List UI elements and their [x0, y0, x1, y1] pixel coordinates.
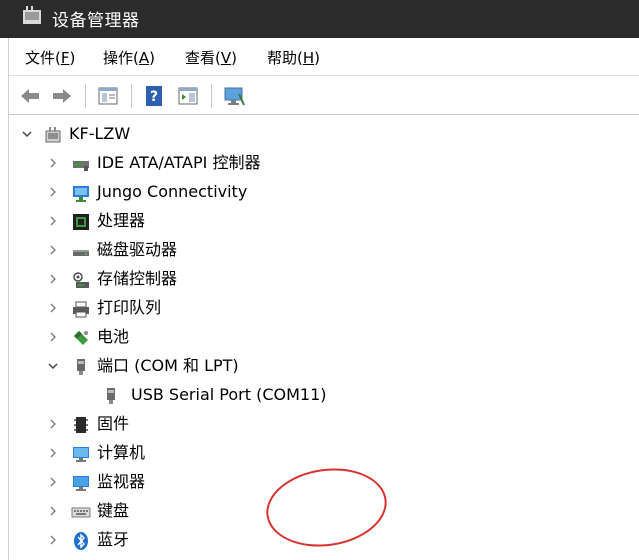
show-hide-console-tree-icon[interactable]: [177, 85, 199, 107]
tree-item-monitor[interactable]: 监视器: [9, 469, 639, 497]
help-icon[interactable]: ?: [143, 85, 165, 107]
chevron-right-icon[interactable]: [47, 447, 59, 459]
tree-item-label: 存储控制器: [97, 269, 178, 288]
device-manager-icon: [23, 6, 41, 24]
svg-text:?: ?: [150, 89, 158, 105]
chevron-right-icon[interactable]: [47, 273, 59, 285]
tree-item-firmware[interactable]: 固件: [9, 411, 639, 439]
tree-item-keyboard[interactable]: 键盘: [9, 498, 639, 526]
display-monitor-icon: [73, 476, 89, 491]
computer-monitor-icon: [73, 447, 89, 462]
tree-item-jungo[interactable]: Jungo Connectivity: [9, 179, 639, 207]
tree-item-label: Jungo Connectivity: [97, 182, 248, 201]
tree-item-computer[interactable]: 计算机: [9, 440, 639, 468]
window-title: 设备管理器: [52, 11, 140, 31]
firmware-icon: [74, 417, 88, 433]
tree-item-label: 端口 (COM 和 LPT): [97, 356, 239, 375]
tree-root-label: KF-LZW: [69, 124, 131, 143]
battery-icon: [74, 331, 88, 345]
chevron-right-icon[interactable]: [47, 215, 59, 227]
toolbar: ?: [9, 75, 639, 115]
computer-icon: [45, 127, 61, 143]
tree-item-usb-serial-port[interactable]: USB Serial Port (COM11): [9, 382, 639, 410]
tree-item-bluetooth[interactable]: 蓝牙: [9, 527, 639, 555]
tree-item-label: 打印队列: [97, 298, 162, 317]
tree-item-processor[interactable]: 处理器: [9, 208, 639, 236]
title-bar[interactable]: 设备管理器: [0, 0, 639, 38]
tree-item-label: 键盘: [97, 501, 130, 520]
processor-icon: [73, 214, 89, 230]
storage-controller-icon: [73, 272, 89, 288]
tree-item-ports[interactable]: 端口 (COM 和 LPT): [9, 353, 639, 381]
tree-item-label: 电池: [97, 327, 130, 346]
tree-item-ide[interactable]: IDE ATA/ATAPI 控制器: [9, 150, 639, 178]
menu-help[interactable]: 帮助(H): [267, 47, 320, 68]
chevron-right-icon[interactable]: [47, 534, 59, 546]
menu-bar: 文件(F) 操作(A) 查看(V) 帮助(H): [9, 38, 639, 75]
menu-file[interactable]: 文件(F): [25, 47, 75, 68]
printer-icon: [73, 301, 89, 318]
chevron-right-icon[interactable]: [47, 302, 59, 314]
tree-item-label: 蓝牙: [97, 530, 130, 549]
keyboard-icon: [71, 507, 91, 518]
port-icon: [107, 388, 115, 404]
bluetooth-icon: [74, 532, 88, 550]
tree-item-label: 监视器: [97, 472, 146, 491]
tree-root[interactable]: KF-LZW: [9, 121, 639, 149]
properties-icon[interactable]: [97, 85, 119, 107]
tree-item-label: IDE ATA/ATAPI 控制器: [97, 153, 261, 172]
chevron-right-icon[interactable]: [47, 157, 59, 169]
tree-item-print-queue[interactable]: 打印队列: [9, 295, 639, 323]
chevron-right-icon[interactable]: [47, 331, 59, 343]
tree-item-storage[interactable]: 存储控制器: [9, 266, 639, 294]
tree-item-label: 处理器: [97, 211, 146, 230]
tree-item-label: 磁盘驱动器: [97, 240, 178, 259]
window-body: 文件(F) 操作(A) 查看(V) 帮助(H) ? KF-LZW IDE ATA…: [8, 38, 639, 560]
menu-action[interactable]: 操作(A): [103, 47, 155, 68]
chevron-right-icon[interactable]: [47, 186, 59, 198]
tree-item-disk[interactable]: 磁盘驱动器: [9, 237, 639, 265]
device-tree: KF-LZW IDE ATA/ATAPI 控制器 Jungo Connectiv…: [9, 114, 639, 560]
ide-controller-icon: [73, 161, 89, 171]
forward-arrow-icon[interactable]: [51, 85, 73, 107]
tree-item-battery[interactable]: 电池: [9, 324, 639, 352]
monitor-icon[interactable]: [223, 85, 245, 107]
tree-item-label: 计算机: [97, 443, 146, 462]
jungo-device-icon: [73, 186, 89, 202]
chevron-right-icon[interactable]: [47, 418, 59, 430]
chevron-right-icon[interactable]: [47, 476, 59, 488]
menu-view[interactable]: 查看(V): [185, 47, 237, 68]
chevron-down-icon[interactable]: [47, 360, 59, 372]
chevron-right-icon[interactable]: [47, 505, 59, 517]
chevron-right-icon[interactable]: [47, 244, 59, 256]
disk-drive-icon: [73, 250, 89, 256]
tree-item-label: 固件: [97, 414, 130, 433]
port-icon: [77, 359, 85, 375]
back-arrow-icon[interactable]: [19, 85, 41, 107]
tree-item-label: USB Serial Port (COM11): [131, 385, 327, 404]
chevron-down-icon[interactable]: [21, 128, 33, 140]
